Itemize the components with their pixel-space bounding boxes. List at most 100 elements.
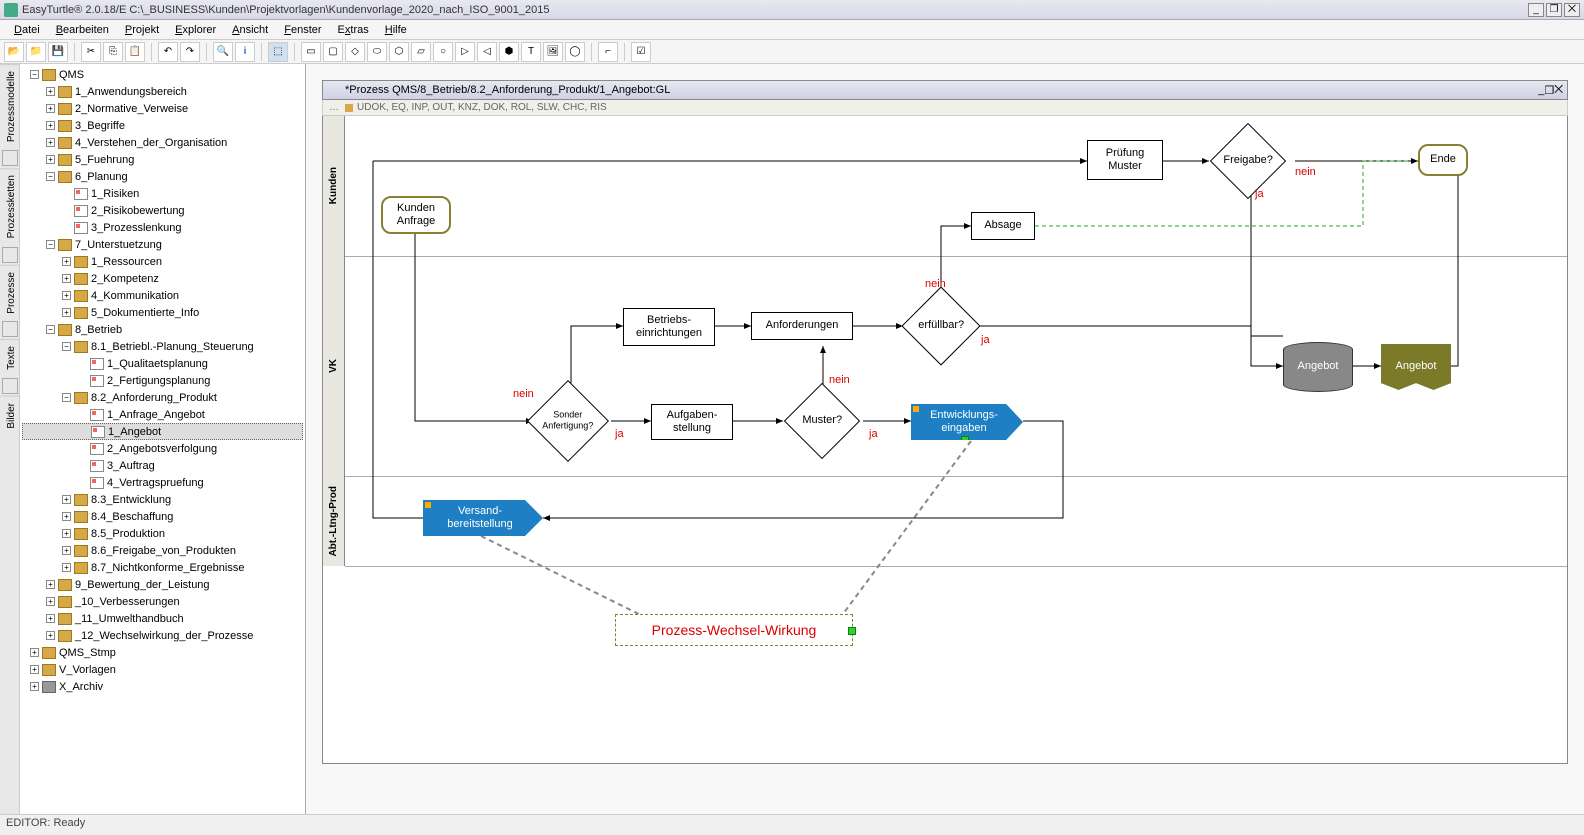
tree-item[interactable]: +8.6_Freigabe_von_Produkten — [22, 542, 303, 559]
copy-icon[interactable]: ⎘ — [103, 42, 123, 62]
arrow-l-tool-icon[interactable]: ◁ — [477, 42, 497, 62]
canvas-close-button[interactable]: ⨉ — [1554, 84, 1563, 97]
select-tool-icon[interactable]: ⬚ — [268, 42, 288, 62]
tree-item[interactable]: +QMS_Stmp — [22, 644, 303, 661]
tree-item[interactable]: +5_Dokumentierte_Info — [22, 304, 303, 321]
node-aufgaben[interactable]: Aufgaben- stellung — [651, 404, 733, 440]
open-icon[interactable]: 📂 — [4, 42, 24, 62]
tree-item[interactable]: +_11_Umwelthandbuch — [22, 610, 303, 627]
tree-item[interactable]: −8_Betrieb — [22, 321, 303, 338]
node-kunden-anfrage[interactable]: Kunden Anfrage — [381, 196, 451, 234]
tree-item[interactable]: +4_Kommunikation — [22, 287, 303, 304]
tree-item[interactable]: 2_Fertigungsplanung — [22, 372, 303, 389]
minimize-button[interactable]: _ — [1528, 3, 1544, 17]
menu-projekt[interactable]: Projekt — [117, 22, 167, 38]
tab-bilder[interactable]: Bilder — [0, 396, 19, 435]
cut-icon[interactable]: ✂ — [81, 42, 101, 62]
tree-item[interactable]: 3_Prozesslenkung — [22, 219, 303, 236]
tree-item[interactable]: +X_Archiv — [22, 678, 303, 695]
node-versand[interactable]: Versand- bereitstellung — [423, 500, 543, 536]
node-prozess-wechsel[interactable]: Prozess-Wechsel-Wirkung — [615, 614, 853, 646]
tree-item[interactable]: +3_Begriffe — [22, 117, 303, 134]
node-angebot-cylinder[interactable]: Angebot — [1283, 342, 1353, 392]
tree-item[interactable]: −8.1_Betriebl.-Planung_Steuerung — [22, 338, 303, 355]
tree-item[interactable]: 4_Vertragspruefung — [22, 474, 303, 491]
node-betriebs[interactable]: Betriebs- einrichtungen — [623, 308, 715, 346]
info-icon[interactable]: i — [235, 42, 255, 62]
tree-item[interactable]: 2_Angebotsverfolgung — [22, 440, 303, 457]
tree-item[interactable]: +8.4_Beschaffung — [22, 508, 303, 525]
node-angebot-doc[interactable]: Angebot — [1381, 344, 1451, 390]
menu-fenster[interactable]: Fenster — [276, 22, 329, 38]
tab-prozesse[interactable]: Prozesse — [0, 265, 19, 320]
circle-tool-icon[interactable]: ◯ — [565, 42, 585, 62]
dshape-tool-icon[interactable]: ⬭ — [367, 42, 387, 62]
paste-icon[interactable]: 📋 — [125, 42, 145, 62]
tree-item[interactable]: 2_Risikobewertung — [22, 202, 303, 219]
tree-item[interactable]: +V_Vorlagen — [22, 661, 303, 678]
folder-icon[interactable]: 📁 — [26, 42, 46, 62]
close-button[interactable]: ⨉ — [1564, 3, 1580, 17]
tree-item[interactable]: +8.7_Nichtkonforme_Ergebnisse — [22, 559, 303, 576]
tree-item[interactable]: 1_Qualitaetsplanung — [22, 355, 303, 372]
tree-item[interactable]: +2_Kompetenz — [22, 270, 303, 287]
connector-tool-icon[interactable]: ⌐ — [598, 42, 618, 62]
tab-texte[interactable]: Texte — [0, 339, 19, 376]
tree-item[interactable]: +2_Normative_Verweise — [22, 100, 303, 117]
tree-item[interactable]: +1_Ressourcen — [22, 253, 303, 270]
canvas-max-button[interactable]: ❐ — [1544, 84, 1554, 97]
redo-icon[interactable]: ↷ — [180, 42, 200, 62]
tree-item[interactable]: 3_Auftrag — [22, 457, 303, 474]
tree-item[interactable]: +1_Anwendungsbereich — [22, 83, 303, 100]
canvas[interactable]: Kunden VK Abt.-Ltng-Prod — [322, 116, 1568, 764]
tree-item[interactable]: +_10_Verbesserungen — [22, 593, 303, 610]
tree-item[interactable]: 1_Risiken — [22, 185, 303, 202]
arrow-r-tool-icon[interactable]: ▷ — [455, 42, 475, 62]
menu-explorer[interactable]: Explorer — [167, 22, 224, 38]
tree-item[interactable]: 1_Anfrage_Angebot — [22, 406, 303, 423]
tree-item-selected[interactable]: 1_Angebot — [22, 423, 303, 440]
rect-tool-icon[interactable]: ▭ — [301, 42, 321, 62]
hex-tool-icon[interactable]: ⬡ — [389, 42, 409, 62]
tab-prozessketten[interactable]: Prozessketten — [0, 168, 19, 244]
save-icon[interactable]: 💾 — [48, 42, 68, 62]
text-tool-icon[interactable]: T — [521, 42, 541, 62]
tree-view[interactable]: −QMS +1_Anwendungsbereich +2_Normative_V… — [20, 64, 306, 814]
node-pruefung-muster[interactable]: Prüfung Muster — [1087, 140, 1163, 180]
diamond-tool-icon[interactable]: ◇ — [345, 42, 365, 62]
db-tool-icon[interactable]: ⬢ — [499, 42, 519, 62]
node-entwicklungs[interactable]: Entwicklungs- eingaben — [911, 404, 1023, 440]
tree-item[interactable]: +9_Bewertung_der_Leistung — [22, 576, 303, 593]
tree-root[interactable]: −QMS — [22, 66, 303, 83]
node-absage[interactable]: Absage — [971, 212, 1035, 240]
tree-item[interactable]: −7_Unterstuetzung — [22, 236, 303, 253]
menu-datei[interactable]: Datei — [6, 22, 48, 38]
node-sonder[interactable]: Sonder Anfertigung? — [527, 380, 609, 462]
menu-extras[interactable]: Extras — [330, 22, 377, 38]
tree-item[interactable]: +5_Fuehrung — [22, 151, 303, 168]
image-tool-icon[interactable]: 🖼 — [543, 42, 563, 62]
check-tool-icon[interactable]: ☑ — [631, 42, 651, 62]
tree-item[interactable]: −6_Planung — [22, 168, 303, 185]
undo-icon[interactable]: ↶ — [158, 42, 178, 62]
node-ende[interactable]: Ende — [1418, 144, 1468, 176]
menu-hilfe[interactable]: Hilfe — [377, 22, 415, 38]
ellipse-tool-icon[interactable]: ○ — [433, 42, 453, 62]
para-tool-icon[interactable]: ▱ — [411, 42, 431, 62]
tree-item[interactable]: −8.2_Anforderung_Produkt — [22, 389, 303, 406]
tree-item[interactable]: +8.3_Entwicklung — [22, 491, 303, 508]
tree-item[interactable]: +4_Verstehen_der_Organisation — [22, 134, 303, 151]
node-erfuellbar[interactable]: erfüllbar? — [901, 286, 980, 365]
node-muster[interactable]: Muster? — [784, 383, 860, 459]
tree-item[interactable]: +8.5_Produktion — [22, 525, 303, 542]
tab-prozessmodelle[interactable]: Prozessmodelle — [0, 64, 19, 148]
maximize-button[interactable]: ❐ — [1546, 3, 1562, 17]
rounded-rect-tool-icon[interactable]: ▢ — [323, 42, 343, 62]
menu-bearbeiten[interactable]: Bearbeiten — [48, 22, 117, 38]
node-freigabe[interactable]: Freigabe? — [1210, 123, 1286, 199]
canvas-title-icon — [327, 84, 341, 96]
menu-ansicht[interactable]: Ansicht — [224, 22, 276, 38]
tree-item[interactable]: +_12_Wechselwirkung_der_Prozesse — [22, 627, 303, 644]
zoom-icon[interactable]: 🔍 — [213, 42, 233, 62]
node-anforderungen[interactable]: Anforderungen — [751, 312, 853, 340]
